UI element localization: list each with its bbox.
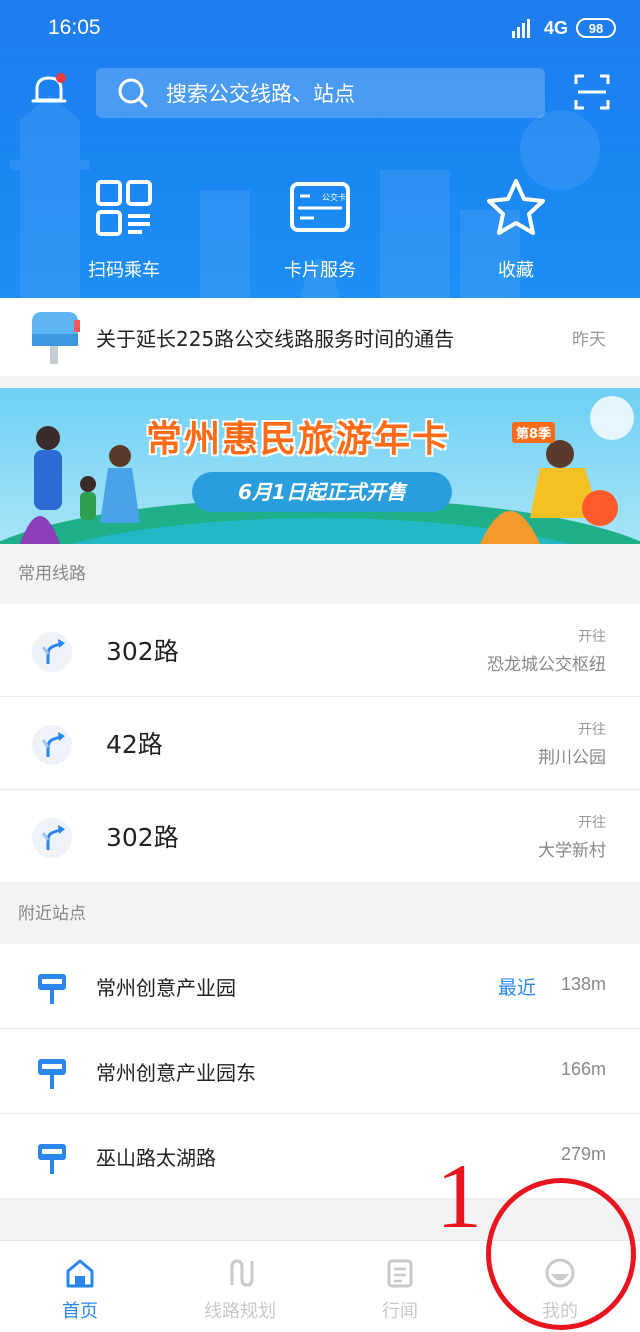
- stop-distance: 166m: [560, 1059, 606, 1079]
- tab-news-label: 行闻: [382, 1301, 418, 1322]
- notice-bar[interactable]: 关于延长225路公交线路服务时间的通告 昨天: [0, 298, 640, 376]
- home-header: 16:05 4G 98 搜索公交线路、站点 扫码乘车 公交卡 卡片服务 收藏: [0, 0, 640, 298]
- route-direction-label: 开往: [578, 815, 606, 831]
- nearest-tag: 最近: [497, 977, 536, 999]
- route-icon: [32, 725, 72, 765]
- promo-banner[interactable]: 常州惠民旅游年卡 第8季 6月1日起正式开售: [0, 388, 640, 544]
- bell-icon[interactable]: [28, 70, 70, 112]
- qr-scan-icon: [96, 180, 152, 236]
- search-icon: [118, 78, 148, 108]
- stops-section-label: 附近站点: [0, 884, 640, 944]
- bus-card-text: 公交卡: [322, 192, 346, 202]
- tab-home-label: 首页: [62, 1301, 98, 1322]
- news-icon: [387, 1259, 413, 1288]
- route-planning-icon: [230, 1259, 254, 1287]
- card-service-button[interactable]: 公交卡 卡片服务: [240, 176, 400, 282]
- tab-home[interactable]: 首页: [0, 1241, 160, 1332]
- bus-card-icon: 公交卡: [290, 182, 350, 232]
- route-destination: 大学新村: [538, 841, 606, 861]
- route-name: 302路: [106, 823, 179, 852]
- route-destination: 恐龙城公交枢纽: [487, 655, 606, 675]
- annotation-number: 1: [436, 1145, 482, 1247]
- stop-name: 常州创意产业园: [96, 976, 236, 1000]
- route-name: 302路: [106, 637, 179, 666]
- scan-ride-label: 扫码乘车: [88, 260, 160, 281]
- route-destination: 荆川公园: [538, 748, 606, 768]
- people-illustration: [34, 426, 140, 523]
- notice-text: 关于延长225路公交线路服务时间的通告: [96, 326, 455, 351]
- bus-stop-icon: [38, 1059, 66, 1089]
- route-row[interactable]: 42路 开往 荆川公园: [0, 697, 640, 790]
- stop-row[interactable]: 常州创意产业园 最近 138m: [0, 944, 640, 1029]
- tab-news[interactable]: 行闻: [320, 1241, 480, 1332]
- stop-row[interactable]: 常州创意产业园东 166m: [0, 1029, 640, 1114]
- scan-icon[interactable]: [572, 72, 612, 112]
- bus-stop-icon: [38, 974, 66, 1004]
- favorites-label: 收藏: [498, 260, 534, 281]
- annotation-circle: [486, 1178, 636, 1330]
- status-time: 16:05: [48, 16, 101, 39]
- banner-season-badge: 第8季: [512, 422, 556, 443]
- signal-icon: [511, 19, 530, 38]
- banner-title: 常州惠民旅游年卡: [146, 419, 451, 460]
- card-service-label: 卡片服务: [284, 260, 356, 281]
- favorites-button[interactable]: 收藏: [436, 176, 596, 282]
- battery-indicator: 98: [576, 18, 616, 38]
- route-icon: [32, 818, 72, 858]
- route-name: 42路: [106, 730, 163, 759]
- route-row[interactable]: 302路 开往 恐龙城公交枢纽: [0, 604, 640, 697]
- network-type: 4G: [543, 17, 568, 38]
- stop-name: 巫山路太湖路: [96, 1146, 216, 1170]
- banner-subtitle: 6月1日起正式开售: [192, 472, 452, 512]
- home-icon: [66, 1259, 94, 1288]
- bus-stop-icon: [38, 1144, 66, 1174]
- status-bar: 16:05 4G 98: [0, 0, 640, 56]
- stop-distance: 138m: [560, 974, 606, 994]
- scan-ride-button[interactable]: 扫码乘车: [44, 176, 204, 282]
- mailbox-icon: [32, 312, 80, 364]
- star-icon: [487, 179, 545, 235]
- search-placeholder: 搜索公交线路、站点: [166, 82, 355, 106]
- routes-section-label: 常用线路: [0, 544, 640, 604]
- route-direction-label: 开往: [578, 629, 606, 645]
- route-row[interactable]: 302路 开往 大学新村: [0, 790, 640, 883]
- stop-name: 常州创意产业园东: [96, 1061, 256, 1085]
- tab-route-planning[interactable]: 线路规划: [160, 1241, 320, 1332]
- route-direction-label: 开往: [578, 722, 606, 738]
- notice-time: 昨天: [572, 329, 606, 350]
- search-bar[interactable]: 搜索公交线路、站点: [96, 68, 545, 118]
- route-icon: [32, 632, 72, 672]
- tab-route-planning-label: 线路规划: [204, 1301, 276, 1322]
- stop-distance: 279m: [560, 1144, 606, 1164]
